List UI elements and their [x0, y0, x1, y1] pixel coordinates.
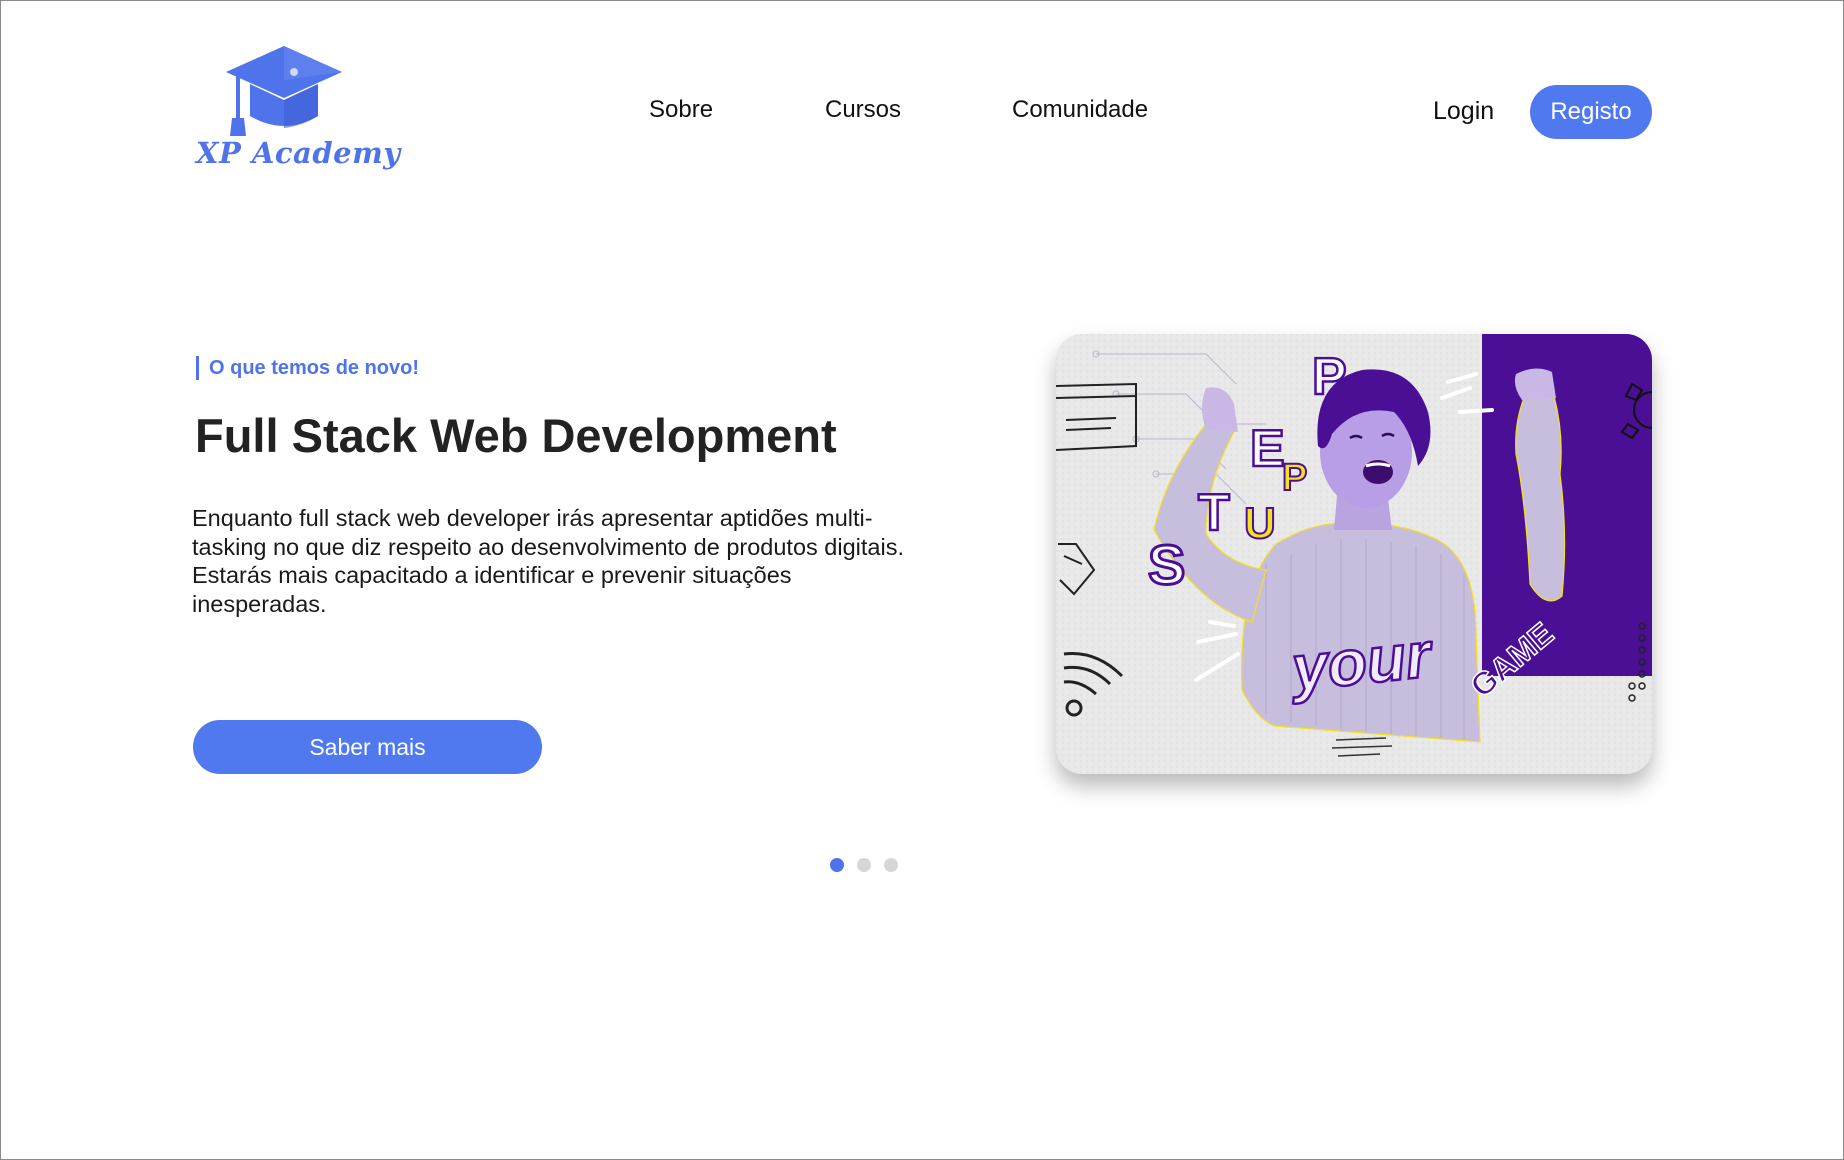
hero-kicker: O que temos de novo! — [196, 356, 419, 380]
register-button[interactable]: Registo — [1530, 85, 1652, 139]
carousel-dot-3[interactable] — [884, 858, 898, 872]
nav-item-cursos[interactable]: Cursos — [825, 96, 901, 124]
hero-description: Enquanto full stack web developer irás a… — [192, 505, 904, 617]
nav-item-comunidade[interactable]: Comunidade — [1012, 96, 1148, 124]
svg-text:your: your — [1285, 618, 1437, 705]
svg-text:T: T — [1198, 484, 1230, 542]
saber-mais-button[interactable]: Saber mais — [193, 720, 542, 774]
svg-text:P: P — [1312, 348, 1347, 406]
carousel-dot-2[interactable] — [857, 858, 871, 872]
login-link[interactable]: Login — [1433, 97, 1494, 126]
svg-text:U: U — [1244, 499, 1276, 548]
hero-title: Full Stack Web Development — [195, 409, 837, 462]
person-right-fist — [1514, 368, 1556, 400]
svg-text:P: P — [1282, 457, 1307, 499]
brand-name: XP Academy — [196, 136, 401, 170]
carousel-dot-1[interactable] — [830, 858, 844, 872]
svg-text:S: S — [1148, 533, 1185, 596]
purple-block — [1482, 334, 1652, 676]
nav-item-sobre[interactable]: Sobre — [649, 96, 713, 124]
step-up-your-game-illustration: P E T S U P your GAME — [1056, 334, 1652, 774]
svg-text:E: E — [1250, 420, 1285, 478]
hero-image: P E T S U P your GAME — [1056, 334, 1652, 774]
